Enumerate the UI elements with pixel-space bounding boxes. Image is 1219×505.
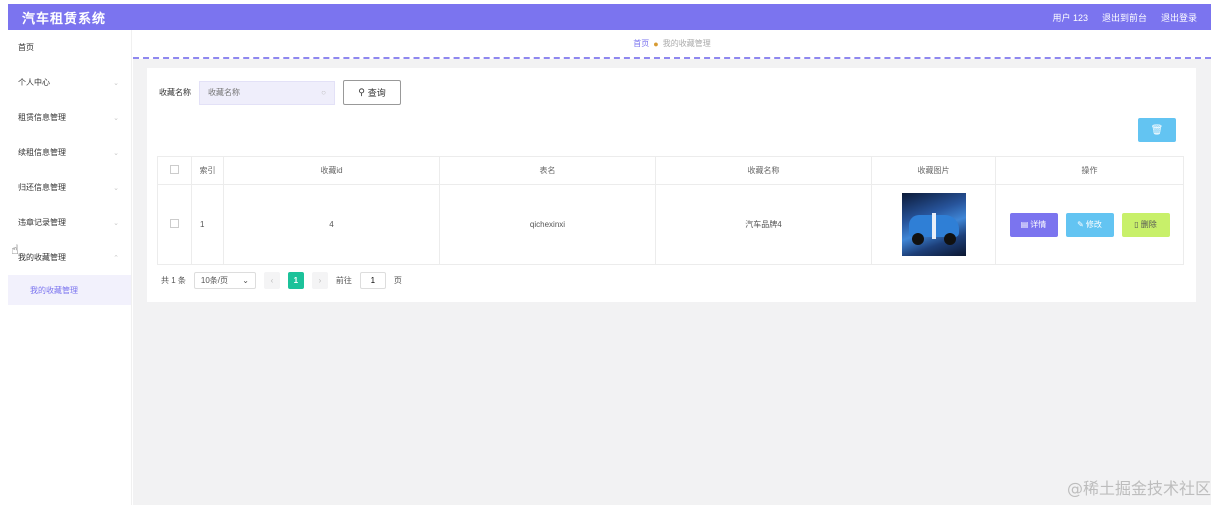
trash-icon: ▯	[1134, 220, 1139, 229]
chevron-up-icon: ⌃	[113, 254, 119, 262]
sidebar-item-personal-center[interactable]: 个人中心 ⌄	[8, 65, 131, 100]
total-count: 共 1 条	[161, 276, 186, 285]
edit-icon: ✎	[1077, 220, 1084, 229]
cell-index: 1	[191, 184, 224, 265]
cell-image	[871, 184, 996, 265]
next-page-button[interactable]: ›	[311, 272, 328, 289]
search-field[interactable]: ○	[199, 80, 335, 105]
page-size-select[interactable]: 10条/页 ⌄	[193, 272, 256, 289]
cell-table: qichexinxi	[439, 184, 656, 265]
to-frontend-link[interactable]: 退出到前台	[1102, 11, 1147, 24]
chevron-down-icon: ⌄	[113, 79, 119, 87]
sidebar-item-label: 个人中心	[18, 78, 50, 87]
mouse-cursor-icon: ☝	[11, 242, 19, 257]
car-thumbnail	[901, 193, 966, 256]
search-bar: 收藏名称 ○ ⚲ 查询	[159, 80, 401, 105]
top-header: 汽车租赁系统 用户 123 退出到前台 退出登录	[8, 4, 1211, 30]
edit-button[interactable]: ✎ 修改	[1065, 212, 1114, 237]
detail-icon: ▤	[1020, 220, 1029, 229]
car-wheel-shape	[911, 233, 924, 245]
chevron-down-icon: ⌄	[242, 276, 249, 285]
chevron-down-icon: ⌄	[113, 219, 119, 227]
column-header-id: 收藏id	[223, 156, 440, 185]
sidebar-subitem-favorites[interactable]: 我的收藏管理	[8, 275, 131, 305]
watermark: @稀土掘金技术社区	[1066, 479, 1211, 498]
query-button[interactable]: ⚲ 查询	[343, 80, 401, 105]
select-all-checkbox[interactable]	[170, 165, 179, 174]
search-icon: ⚲	[358, 87, 365, 97]
delete-button[interactable]: ▯ 删除	[1121, 212, 1170, 237]
delete-button-label: 删除	[1140, 220, 1157, 229]
column-header-image: 收藏图片	[871, 156, 996, 185]
sidebar-item-label: 归还信息管理	[18, 183, 66, 192]
sidebar-item-rental[interactable]: 租赁信息管理 ⌄	[8, 100, 131, 135]
header-actions: 用户 123 退出到前台 退出登录	[1052, 11, 1197, 24]
cell-id: 4	[223, 184, 440, 265]
sidebar-item-label: 首页	[18, 43, 34, 52]
breadcrumb-home[interactable]: 首页	[633, 38, 649, 49]
chevron-down-icon: ⌄	[113, 114, 119, 122]
sidebar-item-return[interactable]: 归还信息管理 ⌄	[8, 170, 131, 205]
table-header-row: 索引 收藏id 表名 收藏名称 收藏图片 操作	[157, 156, 1184, 185]
cell-name: 汽车品牌4	[655, 184, 872, 265]
column-header-actions: 操作	[995, 156, 1184, 185]
page-size-value: 10条/页	[200, 276, 229, 285]
search-label: 收藏名称	[159, 88, 191, 97]
sidebar: 首页 个人中心 ⌄ 租赁信息管理 ⌄ 续租信息管理 ⌄ 归还信息管理 ⌄ 违章记…	[8, 30, 132, 505]
query-button-label: 查询	[367, 88, 386, 98]
column-header-index: 索引	[191, 156, 224, 185]
cell-actions: ▤ 详情 ✎ 修改 ▯ 删除	[995, 184, 1184, 265]
app-title: 汽车租赁系统	[22, 10, 107, 26]
row-select-cell	[157, 184, 192, 265]
pagination: 共 1 条 10条/页 ⌄ ‹ 1 › 前往 页	[161, 272, 402, 289]
page-unit-label: 页	[393, 276, 402, 285]
car-stripe-shape	[931, 213, 936, 239]
chevron-down-icon: ⌄	[113, 184, 119, 192]
sidebar-item-renewal[interactable]: 续租信息管理 ⌄	[8, 135, 131, 170]
detail-button-label: 详情	[1030, 220, 1047, 229]
sidebar-item-label: 我的收藏管理	[18, 253, 66, 262]
goto-label: 前往	[335, 276, 352, 285]
sidebar-item-label: 租赁信息管理	[18, 113, 66, 122]
prev-page-button[interactable]: ‹	[263, 272, 280, 289]
goto-page-input[interactable]	[359, 272, 386, 289]
sidebar-item-violation[interactable]: 违章记录管理 ⌄	[8, 205, 131, 240]
logout-link[interactable]: 退出登录	[1161, 11, 1197, 24]
column-header-name: 收藏名称	[655, 156, 872, 185]
breadcrumb-separator-icon: ●	[653, 38, 659, 49]
breadcrumb: 首页 ● 我的收藏管理	[133, 30, 1211, 59]
table-row: 1 4 qichexinxi 汽车品牌4 ▤ 详情 ✎ 修改 ▯ 删除	[157, 184, 1184, 265]
main-content: 首页 ● 我的收藏管理 收藏名称 ○ ⚲ 查询 🗑 索引 收藏id	[133, 30, 1211, 505]
content-card: 收藏名称 ○ ⚲ 查询 🗑 索引 收藏id 表名 收藏名称 收藏图	[147, 68, 1196, 302]
user-label: 用户 123	[1052, 12, 1088, 23]
breadcrumb-current: 我的收藏管理	[662, 39, 711, 48]
favorites-table: 索引 收藏id 表名 收藏名称 收藏图片 操作 1 4 qichexinxi 汽…	[157, 156, 1184, 265]
page-number-current[interactable]: 1	[287, 272, 304, 289]
edit-button-label: 修改	[1085, 220, 1102, 229]
row-actions: ▤ 详情 ✎ 修改 ▯ 删除	[996, 212, 1183, 237]
sidebar-item-favorites[interactable]: 我的收藏管理 ⌃	[8, 240, 131, 275]
car-wheel-shape	[943, 233, 956, 245]
search-icon: ○	[321, 88, 326, 97]
sidebar-item-label: 违章记录管理	[18, 218, 66, 227]
search-input[interactable]	[208, 88, 308, 97]
trash-icon: 🗑	[1150, 124, 1164, 136]
row-checkbox[interactable]	[170, 219, 179, 228]
detail-button[interactable]: ▤ 详情	[1009, 212, 1058, 237]
chevron-down-icon: ⌄	[113, 149, 119, 157]
batch-delete-button[interactable]: 🗑	[1138, 118, 1176, 142]
column-header-table: 表名	[439, 156, 656, 185]
sidebar-item-home[interactable]: 首页	[8, 30, 131, 65]
select-all-cell	[157, 156, 192, 185]
sidebar-item-label: 续租信息管理	[18, 148, 66, 157]
